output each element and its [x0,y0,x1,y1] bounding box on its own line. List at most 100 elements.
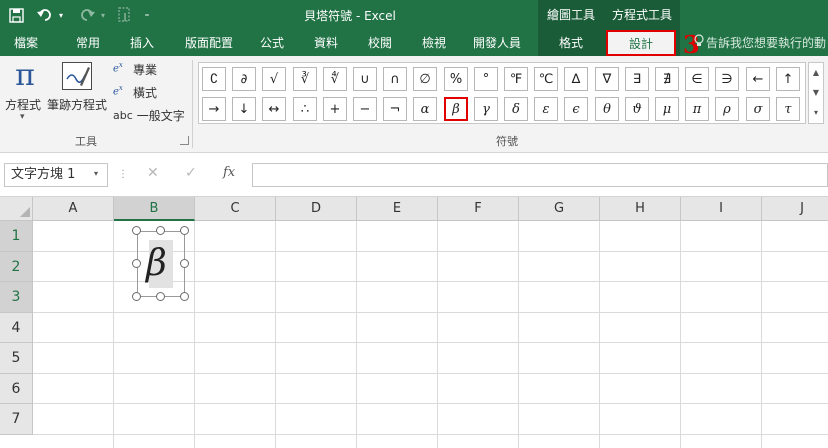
tab-developer[interactable]: 開發人員 [464,30,530,56]
symbol-button[interactable]: − [353,97,377,121]
gallery-more-icon[interactable]: ▾ [809,103,823,123]
column-header[interactable]: I [681,197,762,221]
resize-handle-bottom[interactable] [156,292,165,301]
symbol-button[interactable]: π [685,97,709,121]
equation-text-box[interactable]: β [137,231,185,297]
symbol-button[interactable]: ∇ [595,67,619,91]
symbol-button[interactable]: ↓ [232,97,256,121]
ink-equation-icon[interactable] [62,62,92,90]
symbol-button[interactable]: ρ [715,97,739,121]
symbol-button[interactable]: ∴ [293,97,317,121]
undo-icon[interactable] [34,4,56,26]
resize-handle-right[interactable] [180,259,189,268]
symbol-button[interactable]: ¬ [383,97,407,121]
linear-button[interactable]: ex 橫式 [113,83,157,101]
row-header[interactable]: 1 [0,221,33,252]
symbol-button[interactable]: ∅ [413,67,437,91]
symbol-button[interactable]: ∪ [353,67,377,91]
symbol-button[interactable]: ϵ [564,97,588,121]
tab-format[interactable]: 格式 [538,30,604,56]
symbol-button[interactable]: ∈ [685,67,709,91]
equation-dropdown-icon[interactable]: ▾ [20,112,25,122]
symbol-button[interactable]: ∜ [323,67,347,91]
symbol-button[interactable]: ℉ [504,67,528,91]
cancel-icon[interactable]: ✕ [147,165,159,181]
resize-handle-left[interactable] [132,259,141,268]
symbol-button[interactable]: ∩ [383,67,407,91]
symbol-button[interactable]: ℃ [534,67,558,91]
resize-handle-bottom-right[interactable] [180,292,189,301]
row-header[interactable]: 3 [0,282,33,313]
column-header[interactable]: C [195,197,276,221]
formula-bar-grip-icon[interactable]: ⋮ [118,169,128,180]
symbol-button[interactable]: ∋ [715,67,739,91]
tab-formulas[interactable]: 公式 [250,30,294,56]
row-header[interactable]: 2 [0,251,33,282]
symbol-button[interactable]: ∂ [232,67,256,91]
symbol-button[interactable]: ∃ [625,67,649,91]
scroll-up-icon[interactable]: ▲ [809,63,823,83]
symbol-button[interactable]: δ [504,97,528,121]
equation-content[interactable]: β [146,244,167,284]
select-all-corner[interactable] [0,197,33,221]
row-header[interactable]: 5 [0,343,33,374]
equation-pi-icon[interactable]: π [12,60,38,92]
row-header[interactable]: 7 [0,404,33,435]
row-header[interactable]: 6 [0,373,33,404]
symbol-button[interactable]: σ [746,97,770,121]
symbol-button[interactable]: √ [262,67,286,91]
enter-icon[interactable]: ✓ [185,165,197,181]
symbol-button[interactable]: μ [655,97,679,121]
formula-input[interactable] [252,163,828,187]
symbol-button[interactable]: ∁ [202,67,226,91]
column-header[interactable]: H [600,197,681,221]
customize-toolbar-icon[interactable]: ₌ [140,4,154,26]
column-header[interactable]: J [762,197,828,221]
symbol-button[interactable]: τ [776,97,800,121]
resize-handle-bottom-left[interactable] [132,292,141,301]
symbol-button[interactable]: ° [474,67,498,91]
tab-page-layout[interactable]: 版面配置 [178,30,240,56]
tell-me-search[interactable]: 告訴我您想要執行的動 [694,30,828,56]
name-box[interactable]: 文字方塊 1 [4,163,108,187]
professional-button[interactable]: ex 專業 [113,60,157,78]
tab-review[interactable]: 校閱 [358,30,402,56]
symbol-button[interactable]: ∛ [293,67,317,91]
column-header[interactable]: D [276,197,357,221]
column-header[interactable]: F [438,197,519,221]
symbol-button[interactable]: → [202,97,226,121]
tab-design[interactable]: 設計 [606,30,676,56]
symbol-button[interactable]: β [444,97,468,121]
column-header[interactable]: E [357,197,438,221]
normal-text-button[interactable]: abc 一般文字 [113,106,185,124]
column-header[interactable]: A [33,197,114,221]
symbol-button[interactable]: ε [534,97,558,121]
equation-button-label[interactable]: 方程式 [5,96,41,113]
name-box-dropdown-icon[interactable]: ▾ [94,169,98,178]
resize-handle-top-right[interactable] [180,226,189,235]
resize-handle-top-left[interactable] [132,226,141,235]
symbol-button[interactable]: θ [595,97,619,121]
column-header[interactable]: G [519,197,600,221]
tab-insert[interactable]: 插入 [120,30,164,56]
symbol-button[interactable]: % [444,67,468,91]
ink-equation-label[interactable]: 筆跡方程式 [47,96,107,113]
symbol-button[interactable]: ↔ [262,97,286,121]
scroll-down-icon[interactable]: ▼ [809,83,823,103]
tab-data[interactable]: 資料 [304,30,348,56]
insert-function-icon[interactable]: fx [223,165,235,180]
symbol-button[interactable]: ← [746,67,770,91]
symbol-button[interactable]: α [413,97,437,121]
save-icon[interactable] [6,4,26,26]
symbol-button[interactable]: ϑ [625,97,649,121]
row-header[interactable]: 4 [0,312,33,343]
symbol-button[interactable]: ↑ [776,67,800,91]
column-header[interactable]: B [114,197,195,221]
symbol-button[interactable]: ∄ [655,67,679,91]
symbol-gallery-scroll[interactable]: ▲ ▼ ▾ [808,62,824,124]
undo-dropdown-icon[interactable]: ▾ [56,4,66,26]
tools-dialog-launcher-icon[interactable] [180,136,189,145]
tab-view[interactable]: 檢視 [412,30,456,56]
resize-handle-top[interactable] [156,226,165,235]
tab-file[interactable]: 檔案 [4,30,48,56]
